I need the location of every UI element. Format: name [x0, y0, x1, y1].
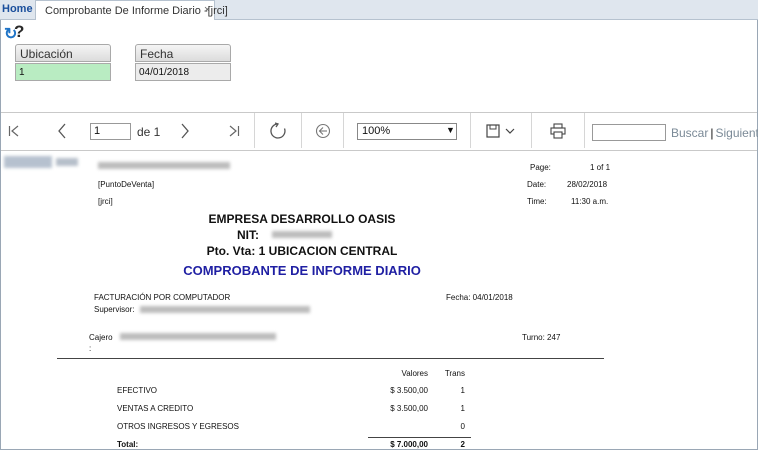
find-link[interactable]: Buscar	[671, 126, 708, 140]
section-divider	[57, 358, 604, 359]
previous-page-icon[interactable]	[52, 117, 72, 145]
fecha-field[interactable]: 04/01/2018	[135, 63, 231, 81]
redacted-nit	[272, 231, 332, 238]
tab-comprobante-label: Comprobante De Informe Diario -[jrci]	[45, 5, 228, 17]
chevron-down-icon: ▼	[446, 125, 455, 135]
toolbar-separator	[254, 113, 255, 148]
company-logo-text	[56, 158, 78, 166]
turno-label: Turno: 247	[522, 333, 561, 342]
total-divider	[368, 437, 471, 438]
ubicacion-field[interactable]: 1	[15, 63, 111, 81]
redacted-text	[98, 162, 230, 169]
find-links: Buscar|Siguiente	[671, 126, 758, 140]
company-name: EMPRESA DESARROLLO OASIS	[208, 212, 396, 226]
report-title: COMPROBANTE DE INFORME DIARIO	[183, 263, 421, 278]
toolbar-separator	[584, 113, 585, 148]
next-link[interactable]: Siguiente	[715, 126, 758, 140]
redacted-cajero	[120, 333, 276, 340]
report-user: [jrci]	[98, 197, 113, 206]
cajero-label: Cajero	[89, 333, 113, 342]
tab-comprobante[interactable]: Comprobante De Informe Diario -[jrci] ×	[35, 0, 228, 20]
row-trans: 1	[460, 404, 465, 413]
date-value: 28/02/2018	[567, 180, 608, 189]
redacted-supervisor	[140, 306, 310, 313]
row-label: OTROS INGRESOS Y EGRESOS	[117, 422, 239, 431]
row-label: VENTAS A CREDITO	[117, 404, 194, 413]
first-page-icon[interactable]	[4, 117, 24, 145]
toolbar-separator	[301, 113, 302, 148]
total-valor: $ 7.000,00	[390, 440, 428, 449]
company-logo	[4, 156, 52, 168]
time-value: 11:30 a.m.	[571, 197, 609, 206]
fecha-label: Fecha	[135, 44, 231, 62]
facturacion-label: FACTURACIÓN POR COMPUTADOR	[94, 293, 231, 302]
page-label: Page:	[530, 163, 551, 172]
divider	[1, 150, 757, 151]
zoom-select[interactable]: 100%	[357, 123, 457, 140]
date-label: Date:	[527, 180, 547, 189]
page-value: 1 of 1	[590, 163, 611, 172]
close-icon[interactable]: ×	[204, 4, 210, 16]
save-export-button[interactable]	[484, 117, 518, 145]
col-trans-header: Trans	[444, 369, 465, 378]
last-page-icon[interactable]	[224, 117, 244, 145]
next-page-icon[interactable]	[175, 117, 195, 145]
page-number-input[interactable]: 1	[90, 123, 131, 140]
page-count: de 1	[137, 125, 161, 139]
refresh-report-icon[interactable]	[266, 117, 290, 145]
nit-label: NIT:	[237, 228, 259, 242]
punto-venta: [PuntoDeVenta]	[98, 180, 155, 189]
row-valor: $ 3.500,00	[390, 404, 428, 413]
search-input[interactable]	[592, 124, 666, 141]
tab-bar: Home Comprobante De Informe Diario -[jrc…	[0, 0, 758, 20]
cajero-colon: :	[89, 344, 92, 353]
help-icon[interactable]: ?	[14, 22, 24, 42]
col-valores-header: Valores	[401, 369, 428, 378]
supervisor-label: Supervisor:	[94, 305, 135, 314]
divider	[1, 112, 757, 113]
time-label: Time:	[527, 197, 547, 206]
tab-home[interactable]: Home	[2, 3, 33, 15]
toolbar-separator	[343, 113, 344, 148]
row-label: EFECTIVO	[117, 386, 158, 395]
row-valor: $ 3.500,00	[390, 386, 428, 395]
total-label: Total:	[117, 440, 139, 449]
print-icon[interactable]	[546, 117, 570, 145]
toolbar-separator	[470, 113, 471, 148]
toolbar-separator	[531, 113, 532, 148]
punto-venta-title: Pto. Vta: 1 UBICACION CENTRAL	[206, 244, 398, 258]
total-trans: 2	[460, 440, 465, 449]
back-icon[interactable]	[312, 117, 334, 145]
row-trans: 0	[460, 422, 465, 431]
row-trans: 1	[460, 386, 465, 395]
report-fecha: Fecha: 04/01/2018	[446, 293, 513, 302]
ubicacion-label: Ubicación	[15, 44, 111, 62]
